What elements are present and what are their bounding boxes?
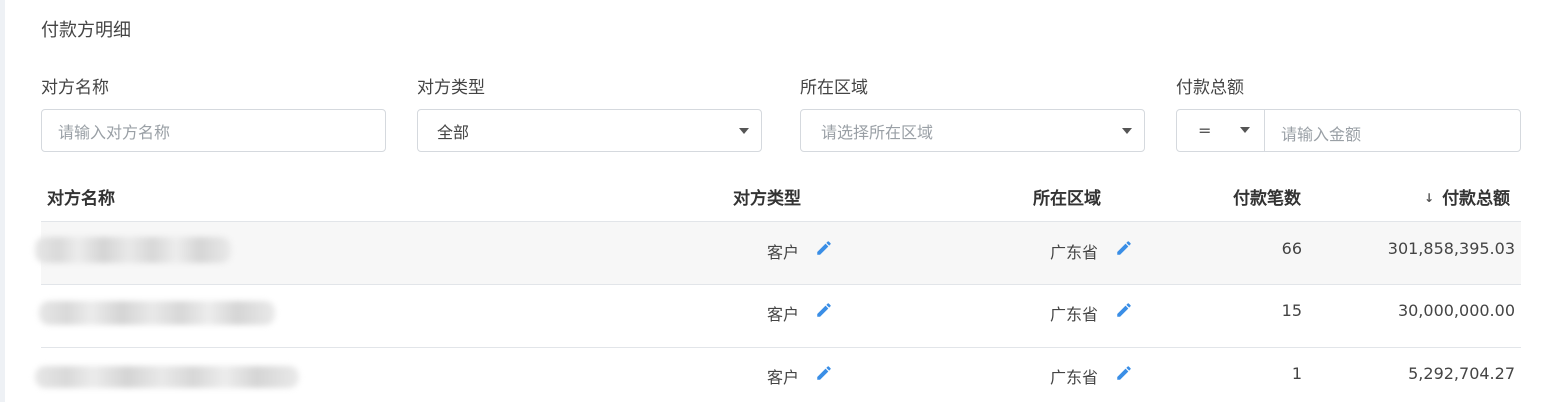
row-region: 广东省 [1050,305,1099,324]
filter-label-region: 所在区域 [800,78,868,98]
row-region: 广东省 [1050,368,1099,387]
filter-label-name: 对方名称 [41,78,109,98]
region-select[interactable]: 请选择所在区域 [800,109,1145,152]
name-search-placeholder: 请输入对方名称 [58,122,171,142]
left-rail [0,0,5,402]
pencil-icon[interactable] [815,364,833,382]
region-select-placeholder: 请选择所在区域 [821,122,934,142]
row-count: 15 [1281,301,1302,320]
pencil-icon[interactable] [815,239,833,257]
row-total: 30,000,000.00 [1397,301,1515,320]
pencil-icon[interactable] [1115,239,1133,257]
column-header-type[interactable]: 对方类型 [733,184,801,209]
caret-down-icon [1240,127,1250,133]
amount-filter: = 请输入金额 [1176,109,1521,152]
row-total: 5,292,704.27 [1408,364,1515,383]
column-header-region[interactable]: 所在区域 [1033,184,1101,209]
amount-operator-value: = [1198,121,1212,140]
pencil-icon[interactable] [1115,301,1133,319]
row-count: 66 [1281,239,1302,258]
section-title: 付款方明细 [41,20,131,41]
caret-down-icon [739,128,749,134]
row-count: 1 [1291,364,1302,383]
row-total: 301,858,395.03 [1387,239,1515,258]
table-row: 客户 广东省 66 301,858,395.03 [35,222,1521,285]
row-region: 广东省 [1050,243,1099,262]
pencil-icon[interactable] [815,301,833,319]
filter-label-amount: 付款总额 [1176,78,1244,98]
redacted-name [35,366,299,388]
name-search-input[interactable]: 请输入对方名称 [41,109,386,152]
column-header-total-label: 付款总额 [1442,189,1511,209]
filter-label-type: 对方类型 [417,78,485,98]
column-header-count[interactable]: 付款笔数 [1233,184,1301,209]
redacted-name [35,237,231,263]
table-row: 客户 广东省 15 30,000,000.00 [39,285,1521,348]
redacted-name [39,301,275,325]
type-select[interactable]: 全部 [417,109,762,152]
amount-input[interactable]: 请输入金额 [1281,121,1361,145]
row-type: 客户 [767,243,800,262]
pencil-icon[interactable] [1115,364,1133,382]
column-header-total[interactable]: ↓ 付款总额 [1424,184,1510,209]
row-type: 客户 [767,368,800,387]
column-header-name[interactable]: 对方名称 [47,184,115,209]
type-select-value: 全部 [437,122,470,142]
row-type: 客户 [767,305,800,324]
amount-operator-select[interactable]: = [1177,110,1265,151]
caret-down-icon [1122,128,1132,134]
arrow-down-icon: ↓ [1424,191,1435,205]
table-row: 客户 广东省 1 5,292,704.27 [35,348,1521,402]
